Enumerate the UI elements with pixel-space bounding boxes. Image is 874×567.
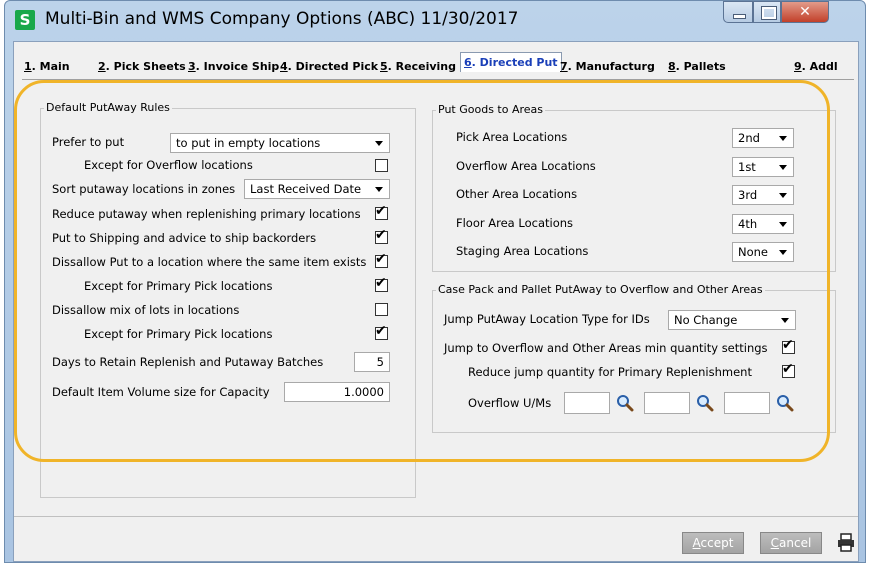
put-goods-areas-title: Put Goods to Areas bbox=[436, 103, 545, 116]
other-area-label: Other Area Locations bbox=[456, 187, 578, 201]
overflow-area-label: Overflow Area Locations bbox=[456, 159, 596, 173]
jump-type-label: Jump PutAway Location Type for IDs bbox=[444, 312, 650, 326]
disallow-lots-label: Dissallow mix of lots in locations bbox=[52, 303, 240, 317]
check-icon: ✔ bbox=[375, 227, 387, 243]
maximize-button[interactable] bbox=[753, 1, 781, 23]
volume-size-label: Default Item Volume size for Capacity bbox=[52, 385, 270, 399]
tab-directed-pick[interactable]: 4. Directed Pick bbox=[280, 60, 378, 73]
volume-size-input[interactable]: 1.0000 bbox=[284, 382, 390, 402]
disallow-same-item-checkbox[interactable]: ✔ bbox=[375, 251, 388, 268]
search-icon[interactable] bbox=[616, 394, 634, 412]
jump-type-combo[interactable]: No Change bbox=[668, 310, 796, 330]
pick-area-label: Pick Area Locations bbox=[456, 130, 568, 144]
close-button[interactable]: ✕ bbox=[781, 1, 829, 23]
overflow-um-field-3[interactable] bbox=[724, 392, 770, 414]
reduce-jump-label: Reduce jump quantity for Primary Repleni… bbox=[468, 365, 752, 379]
check-icon: ✔ bbox=[375, 275, 387, 291]
printer-icon[interactable] bbox=[836, 533, 856, 553]
footer-divider bbox=[14, 516, 858, 517]
accept-button[interactable]: Accept bbox=[682, 532, 744, 554]
overflow-area-combo[interactable]: 1st bbox=[732, 157, 794, 177]
minimize-icon bbox=[733, 14, 746, 19]
overflow-um-field-2[interactable] bbox=[644, 392, 690, 414]
chevron-down-icon bbox=[375, 187, 383, 192]
ship-backorders-checkbox[interactable]: ✔ bbox=[375, 227, 388, 244]
tab-divider bbox=[22, 79, 854, 80]
check-icon: ✔ bbox=[782, 337, 794, 353]
reduce-jump-checkbox[interactable]: ✔ bbox=[782, 361, 795, 378]
days-retain-input[interactable]: 5 bbox=[354, 352, 390, 372]
chevron-down-icon bbox=[375, 141, 383, 146]
cancel-button[interactable]: Cancel bbox=[760, 532, 822, 554]
default-putaway-title: Default PutAway Rules bbox=[44, 101, 172, 114]
options-window: S Multi-Bin and WMS Company Options (ABC… bbox=[4, 0, 866, 563]
reduce-putaway-label: Reduce putaway when replenishing primary… bbox=[52, 207, 361, 221]
tab-manufacturing[interactable]: 7. Manufacturg bbox=[560, 60, 655, 73]
overflow-um-label: Overflow U/Ms bbox=[468, 396, 552, 410]
except-primary-pick-checkbox-2[interactable]: ✔ bbox=[375, 323, 388, 340]
tab-main[interactable]: 1. Main bbox=[24, 60, 70, 73]
except-overflow-label: Except for Overflow locations bbox=[84, 158, 253, 172]
prefer-label: Prefer to put bbox=[52, 135, 125, 149]
window-title: Multi-Bin and WMS Company Options (ABC) … bbox=[45, 9, 519, 29]
except-primary-pick-label-2: Except for Primary Pick locations bbox=[84, 327, 273, 341]
tab-addl[interactable]: 9. Addl bbox=[794, 60, 838, 73]
sage-app-icon: S bbox=[15, 10, 35, 30]
prefer-combo[interactable]: to put in empty locations bbox=[170, 133, 390, 153]
sort-combo[interactable]: Last Received Date bbox=[244, 179, 390, 199]
tab-pick-sheets[interactable]: 2. Pick Sheets bbox=[98, 60, 186, 73]
search-icon[interactable] bbox=[776, 394, 794, 412]
minimize-button[interactable] bbox=[723, 1, 753, 23]
jump-overflow-label: Jump to Overflow and Other Areas min qua… bbox=[444, 341, 768, 355]
overflow-um-field-1[interactable] bbox=[564, 392, 610, 414]
floor-area-combo[interactable]: 4th bbox=[732, 214, 794, 234]
jump-overflow-checkbox[interactable]: ✔ bbox=[782, 337, 795, 354]
check-icon: ✔ bbox=[375, 251, 387, 267]
except-primary-pick-label-1: Except for Primary Pick locations bbox=[84, 279, 273, 293]
chevron-down-icon bbox=[779, 250, 787, 255]
floor-area-label: Floor Area Locations bbox=[456, 216, 574, 230]
disallow-lots-checkbox[interactable] bbox=[375, 303, 388, 316]
chevron-down-icon bbox=[779, 165, 787, 170]
disallow-same-item-label: Dissallow Put to a location where the sa… bbox=[52, 255, 367, 269]
pick-area-combo[interactable]: 2nd bbox=[732, 128, 794, 148]
reduce-putaway-checkbox[interactable]: ✔ bbox=[375, 203, 388, 220]
except-overflow-checkbox[interactable] bbox=[375, 159, 388, 172]
dialog-client: 1. Main 2. Pick Sheets 3. Invoice Ship 4… bbox=[13, 41, 859, 562]
maximize-icon bbox=[761, 6, 777, 20]
chevron-down-icon bbox=[779, 222, 787, 227]
check-icon: ✔ bbox=[375, 323, 387, 339]
days-retain-label: Days to Retain Replenish and Putaway Bat… bbox=[52, 355, 324, 369]
tab-invoice-ship[interactable]: 3. Invoice Ship bbox=[188, 60, 279, 73]
chevron-down-icon bbox=[779, 136, 787, 141]
other-area-combo[interactable]: 3rd bbox=[732, 185, 794, 205]
except-primary-pick-checkbox-1[interactable]: ✔ bbox=[375, 275, 388, 292]
close-icon: ✕ bbox=[799, 4, 811, 20]
check-icon: ✔ bbox=[782, 361, 794, 377]
tab-pallets[interactable]: 8. Pallets bbox=[668, 60, 726, 73]
staging-area-combo[interactable]: None bbox=[732, 242, 794, 262]
check-icon: ✔ bbox=[375, 203, 387, 219]
ship-backorders-label: Put to Shipping and advice to ship backo… bbox=[52, 231, 317, 245]
staging-area-label: Staging Area Locations bbox=[456, 244, 589, 258]
tab-directed-put[interactable]: 6. Directed Put bbox=[460, 52, 562, 72]
tab-receiving[interactable]: 5. Receiving bbox=[380, 60, 456, 73]
chevron-down-icon bbox=[779, 193, 787, 198]
chevron-down-icon bbox=[781, 318, 789, 323]
search-icon[interactable] bbox=[696, 394, 714, 412]
sort-label: Sort putaway locations in zones bbox=[52, 182, 236, 196]
case-pack-title: Case Pack and Pallet PutAway to Overflow… bbox=[436, 283, 765, 296]
title-bar[interactable]: S Multi-Bin and WMS Company Options (ABC… bbox=[5, 1, 865, 41]
